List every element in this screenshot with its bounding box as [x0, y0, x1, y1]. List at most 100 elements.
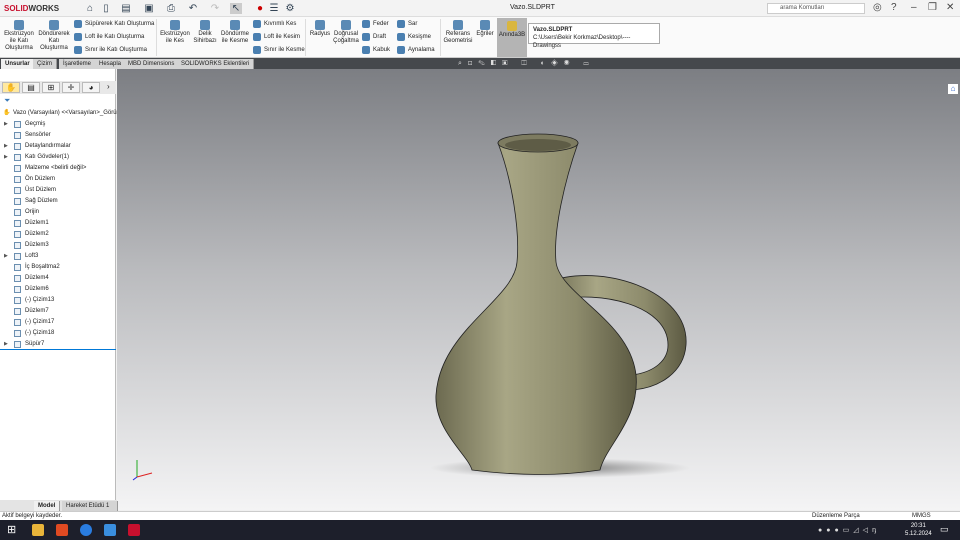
rib-button[interactable]: Feder	[362, 19, 389, 29]
brave-browser-icon[interactable]	[56, 524, 68, 536]
tab-solidworks-addins[interactable]: SOLIDWORKS Eklentileri	[177, 59, 255, 69]
new-file-icon[interactable]: ▯	[100, 3, 112, 14]
feature-icon	[14, 165, 21, 172]
revolve-boss-button[interactable]: Döndürerek Katı Oluşturma	[37, 20, 71, 52]
expand-arrow-icon[interactable]: ▶	[4, 152, 8, 163]
feature-icon	[14, 209, 21, 216]
shell-button[interactable]: Kabuk	[362, 45, 390, 55]
boundary-boss-button[interactable]: Sınır ile Katı Oluşturma	[74, 45, 147, 55]
label: Sar	[408, 21, 418, 27]
rebuild-icon[interactable]: ●	[254, 3, 266, 14]
hole-wizard-icon	[200, 20, 210, 30]
photos-icon[interactable]	[104, 524, 116, 536]
dimxpert-tab-icon[interactable]: ✛	[62, 82, 80, 93]
notifications-icon[interactable]: ▭	[940, 524, 949, 535]
label: Aynalama	[408, 47, 435, 53]
tree-item-label: Ön Düzlem	[25, 176, 56, 182]
clock[interactable]: 20:31 5.12.2024	[905, 522, 932, 538]
display-manager-tab-icon[interactable]: ◕	[82, 82, 100, 93]
options-gear-icon[interactable]: ⚙	[284, 3, 296, 14]
undo-icon[interactable]: ↶	[187, 3, 199, 14]
app-icon[interactable]	[80, 524, 92, 536]
fillet-button[interactable]: Radyus	[307, 20, 333, 38]
title-bar: SOLIDWORKS ⌂ ▯ ▤ ▣ ⎙ ↶ ↷ ↖ ● ☰ ⚙ Vazo.SL…	[0, 0, 960, 17]
wrap-button[interactable]: Sar	[397, 19, 417, 29]
tab-isaretleme[interactable]: İşaretleme	[59, 59, 97, 69]
extrude-cut-icon	[170, 20, 180, 30]
sweep-icon	[74, 20, 82, 28]
linear-pattern-button[interactable]: Doğrusal Çoğaltma	[332, 20, 360, 45]
draft-button[interactable]: Draft	[362, 32, 386, 42]
swept-cut-button[interactable]: Kıvrımlı Kes	[253, 19, 296, 29]
file-explorer-icon[interactable]	[32, 524, 44, 536]
expand-arrow-icon[interactable]: ▶	[4, 119, 8, 130]
extrude-boss-button[interactable]: Ekstrüzyon ile Katı Oluşturma	[2, 20, 36, 52]
boundary-cut-icon	[253, 46, 261, 54]
tab-mbd-dimensions[interactable]: MBD Dimensions	[124, 59, 180, 69]
tree-item-label: Detaylandırmalar	[25, 143, 71, 149]
tab-cizim[interactable]: Çizim	[33, 59, 57, 69]
feature-manager-tab-icon[interactable]: ✋	[2, 82, 20, 93]
select-icon[interactable]: ↖	[230, 3, 242, 14]
reference-geometry-button[interactable]: Referans Geometrisi	[442, 20, 474, 45]
vase-model[interactable]	[117, 69, 960, 510]
solidworks-taskbar-icon[interactable]	[128, 524, 140, 536]
bottom-tabs: Model Hareket Etüdü 1	[0, 500, 118, 511]
lofted-cut-button[interactable]: Loft ile Kesim	[253, 32, 300, 42]
tab-hesapla[interactable]: Hesapla	[95, 59, 127, 69]
restore-icon[interactable]: ❐	[928, 2, 937, 13]
expand-arrow-icon[interactable]: ▶	[4, 251, 8, 262]
expand-arrow-icon[interactable]: ▶	[4, 141, 8, 152]
curves-button[interactable]: Eğriler	[474, 20, 496, 38]
heads-up-view-toolbar[interactable]: ⌕⊡✎◧▣ ◫ ◐◈◉ ▭	[458, 60, 618, 68]
feature-icon	[14, 231, 21, 238]
property-manager-tab-icon[interactable]: ▤	[22, 82, 40, 93]
label: Loft ile Kesim	[264, 34, 301, 40]
boundary-cut-button[interactable]: Sınır ile Kesme	[253, 45, 305, 55]
tree-item-label: Üst Düzlem	[25, 187, 57, 193]
redo-icon[interactable]: ↷	[209, 3, 221, 14]
label: Sınır ile Kesme	[264, 47, 305, 53]
revolve-cut-button[interactable]: Döndürme ile Kesme	[220, 20, 250, 45]
tree-item-label: Sağ Düzlem	[25, 198, 58, 204]
label: Anında3B	[498, 32, 526, 38]
rollback-bar[interactable]	[0, 349, 116, 350]
home-icon[interactable]: ⌂	[84, 3, 96, 14]
sweep-boss-button[interactable]: Süpürerek Katı Oluşturma	[74, 19, 154, 29]
loft-boss-button[interactable]: Loft ile Katı Oluşturma	[74, 32, 144, 42]
label: Süpürerek Katı Oluşturma	[85, 21, 155, 27]
file-properties-icon[interactable]: ☰	[268, 3, 280, 14]
revolve-icon	[49, 20, 59, 30]
rib-icon	[362, 20, 370, 28]
label: Draft	[373, 34, 387, 40]
solidworks-logo[interactable]: SOLIDWORKS	[4, 4, 59, 13]
system-tray-icons[interactable]: ●●●▭◿◁ᶇ	[818, 526, 880, 534]
graphics-area[interactable]: ⌂	[117, 69, 960, 510]
extrude-icon	[14, 20, 24, 30]
search-commands-input[interactable]: arama Komutları	[767, 3, 865, 14]
feature-icon	[14, 297, 21, 304]
open-folder-icon[interactable]: ▤	[120, 3, 132, 14]
tab-motion-study[interactable]: Hareket Etüdü 1	[62, 501, 118, 511]
configuration-manager-tab-icon[interactable]: ⊞	[42, 82, 60, 93]
user-icon[interactable]: ◎	[873, 2, 882, 13]
windows-start-icon[interactable]: ⊞	[7, 524, 19, 536]
label: Radyus	[309, 31, 331, 37]
intersect-button[interactable]: Kesişme	[397, 32, 431, 42]
filter-icon[interactable]: ⏷	[4, 96, 10, 106]
view-home-icon[interactable]: ⌂	[948, 84, 958, 94]
print-icon[interactable]: ⎙	[165, 3, 177, 14]
close-icon[interactable]: ✕	[946, 2, 954, 13]
tab-model[interactable]: Model	[34, 501, 61, 511]
extrude-cut-button[interactable]: Ekstrüzyon ile Kes	[159, 20, 191, 45]
feature-icon	[14, 341, 21, 348]
chevron-right-icon[interactable]: ›	[107, 82, 110, 91]
minimize-icon[interactable]: –	[911, 2, 917, 13]
help-icon[interactable]: ?	[891, 2, 897, 13]
instant3d-button[interactable]: Anında3B	[497, 18, 527, 57]
hole-wizard-button[interactable]: Delik Sihirbazı	[191, 20, 219, 45]
tab-unsurlar[interactable]: Unsurlar	[1, 59, 35, 69]
mirror-button[interactable]: Aynalama	[397, 45, 435, 55]
label: Kesişme	[408, 34, 432, 40]
save-icon[interactable]: ▣	[143, 3, 155, 14]
